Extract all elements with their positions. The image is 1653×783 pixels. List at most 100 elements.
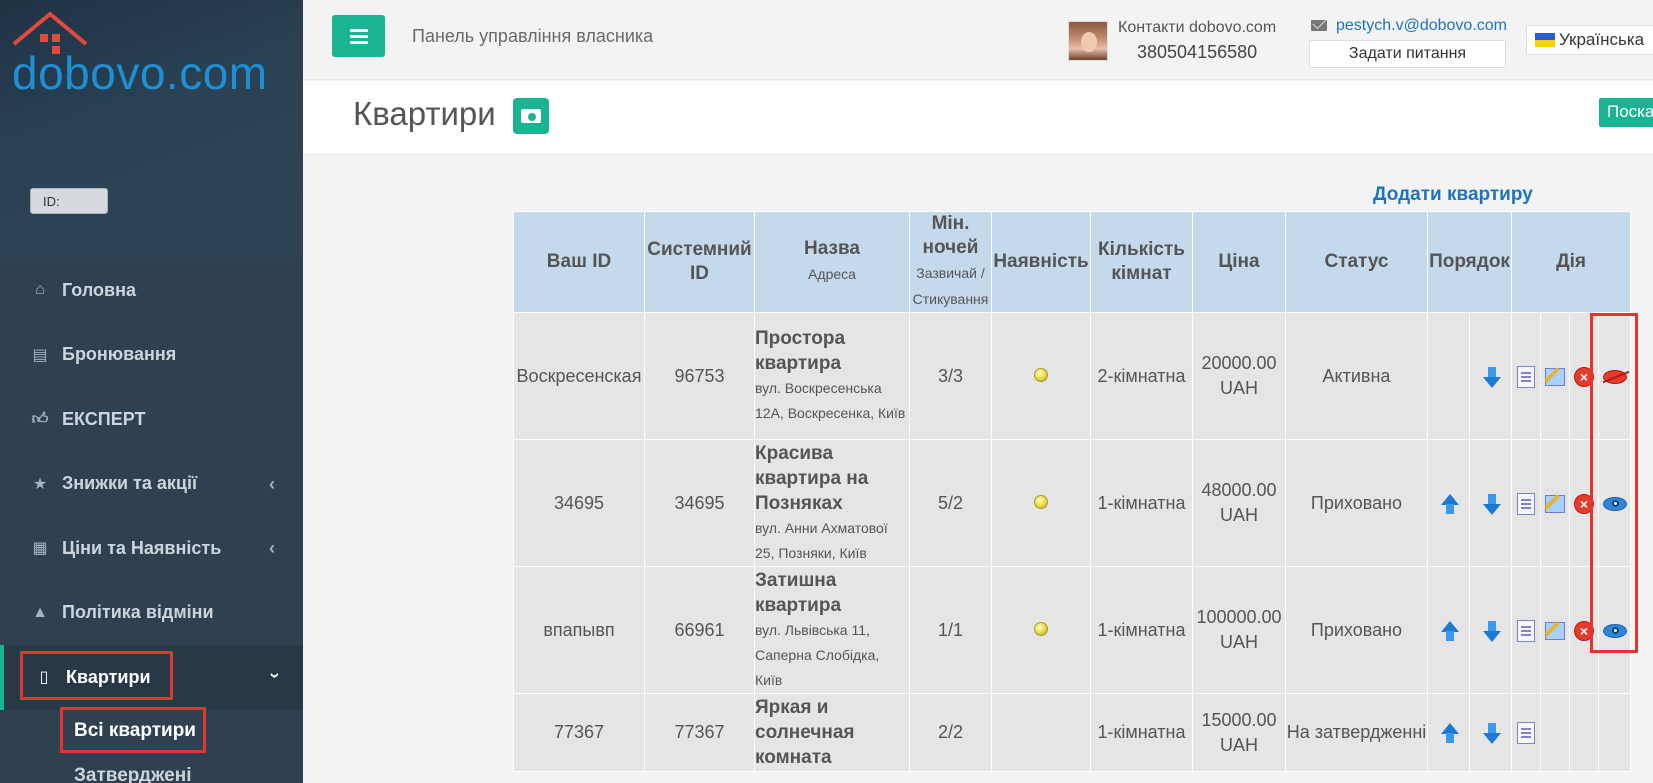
chevron-left-icon: ‹: [269, 538, 275, 558]
price-currency: UAH: [1219, 505, 1258, 525]
sidebar-item-prices[interactable]: ▦ Ціни та Наявність ‹: [0, 516, 303, 581]
avatar: [1068, 21, 1108, 61]
col-name-label: Назва: [804, 238, 860, 259]
sidebar-item-label: Політика відміни: [62, 602, 214, 623]
ask-question-button[interactable]: Задати питання: [1309, 40, 1506, 68]
cell-rooms: 1-кімнатна: [1090, 693, 1193, 772]
cell-availability: [991, 439, 1091, 567]
cell-edit: [1540, 566, 1571, 694]
cell-system-id: 96753: [644, 312, 755, 440]
cell-order-up: [1427, 693, 1470, 772]
move-down-icon[interactable]: [1480, 722, 1502, 745]
highlight-visibility-column: [1590, 313, 1638, 653]
cell-your-id: Воскресенская: [513, 312, 645, 440]
sidebar-header: dobovo.com ID:: [0, 0, 303, 258]
cell-price: 100000.00 UAH: [1192, 566, 1286, 694]
edit-icon[interactable]: [1545, 494, 1566, 513]
availability-dot-icon[interactable]: [1034, 367, 1048, 382]
apartment-name[interactable]: Яркая и солнечная комната: [755, 695, 909, 770]
move-up-icon[interactable]: [1438, 722, 1460, 744]
envelope-icon: [1311, 20, 1327, 31]
language-label: Українська: [1559, 30, 1645, 49]
table-row: впапывп 66961 Затишна квартира вул. Львів…: [513, 566, 1632, 694]
camera-button[interactable]: [513, 98, 549, 134]
sidebar-subitem-approved[interactable]: Затверджені: [74, 765, 192, 783]
col-name[interactable]: Назва Адреса: [754, 211, 910, 313]
user-id-badge: ID:: [30, 188, 108, 214]
warning-icon: ▲: [32, 603, 48, 621]
col-min-nights[interactable]: Мін. ночей Зазвичай / Стикування: [909, 211, 992, 313]
sidebar-subitem-all-apartments[interactable]: Всі квартири: [74, 720, 196, 742]
cell-name: Яркая и солнечная комната: [754, 693, 910, 772]
sidebar-item-bookings[interactable]: ▤ Бронювання: [0, 323, 303, 388]
move-down-icon[interactable]: [1480, 620, 1502, 642]
cell-min-nights: 5/2: [909, 439, 992, 567]
cell-price: 15000.00 UAH: [1192, 693, 1286, 772]
price-value: 48000.00: [1201, 480, 1277, 500]
cell-rooms: 2-кімнатна: [1090, 312, 1193, 440]
cell-system-id: 77367: [644, 693, 755, 772]
table-row: 34695 34695 Красива квартира на Позняках…: [513, 439, 1632, 567]
edit-icon[interactable]: [1545, 367, 1566, 386]
document-icon[interactable]: [1517, 619, 1536, 642]
menu-toggle-button[interactable]: [332, 15, 385, 57]
language-select[interactable]: Українська: [1526, 25, 1653, 55]
apartment-name[interactable]: Красива квартира на Позняках: [755, 441, 909, 516]
cell-order-up: [1427, 439, 1470, 567]
apartment-name[interactable]: Затишна квартира: [755, 568, 909, 618]
sidebar-item-label: Бронювання: [62, 344, 177, 365]
cell-view: [1511, 693, 1542, 772]
sidebar-item-discounts[interactable]: ★ Знижки та акції ‹: [0, 452, 303, 517]
calendar-icon: ▦: [32, 540, 48, 558]
add-apartment-link[interactable]: Додати квартиру: [1373, 184, 1533, 206]
cell-status: На затвердженні: [1285, 693, 1428, 772]
sidebar-item-expert[interactable]: 👍︎ ЕКСПЕРТ: [0, 387, 303, 452]
cell-status: Приховано: [1285, 566, 1428, 694]
col-status[interactable]: Статус: [1285, 211, 1428, 313]
cell-system-id: 34695: [644, 439, 755, 567]
col-availability[interactable]: Наявність: [991, 211, 1091, 313]
col-system-id[interactable]: Системний ID: [644, 211, 755, 313]
apartment-name[interactable]: Простора квартира: [755, 326, 909, 376]
move-up-icon[interactable]: [1438, 620, 1460, 642]
document-icon[interactable]: [1517, 365, 1536, 388]
sidebar-item-cancellation[interactable]: ▲ Політика відміни: [0, 581, 303, 646]
document-icon[interactable]: [1517, 722, 1536, 745]
price-currency: UAH: [1219, 632, 1258, 652]
email-link[interactable]: pestych.v@dobovo.com: [1336, 17, 1507, 35]
col-action: Дія: [1511, 211, 1632, 313]
col-order: Порядок: [1426, 211, 1513, 313]
ukraine-flag-icon: [1535, 33, 1555, 47]
sidebar-nav: ⌂ Головна ▤ Бронювання 👍︎ ЕКСПЕРТ ★ Зниж…: [0, 258, 303, 710]
move-up-icon[interactable]: [1438, 493, 1460, 515]
home-icon: ⌂: [35, 281, 45, 299]
move-down-icon[interactable]: [1480, 366, 1502, 388]
apartment-address: вул. Воскресенська 12А, Воскресенка, Киї…: [755, 380, 906, 421]
sidebar-item-home[interactable]: ⌂ Головна: [0, 258, 303, 323]
col-price[interactable]: Ціна: [1192, 211, 1286, 313]
col-your-id[interactable]: Ваш ID: [513, 211, 645, 313]
cell-order-down: [1468, 693, 1513, 772]
cell-visibility: [1598, 693, 1632, 772]
logo-text[interactable]: dobovo.com: [12, 46, 268, 100]
price-currency: UAH: [1219, 378, 1258, 398]
table-row: Воскресенская 96753 Простора квартира вул…: [513, 312, 1632, 440]
cell-your-id: впапывп: [513, 566, 645, 694]
availability-dot-icon[interactable]: [1034, 621, 1048, 636]
move-down-icon[interactable]: [1480, 493, 1502, 515]
document-icon[interactable]: [1517, 492, 1536, 515]
col-rooms[interactable]: Кількість кімнат: [1090, 211, 1193, 313]
cell-availability: [991, 312, 1091, 440]
price-value: 20000.00: [1201, 353, 1277, 373]
thumbs-up-icon: 👍︎: [31, 410, 49, 428]
cell-your-id: 34695: [513, 439, 645, 567]
cell-delete: [1569, 693, 1600, 772]
availability-dot-icon[interactable]: [1034, 494, 1048, 509]
contacts-phone: 380504156580: [1137, 42, 1258, 62]
cell-availability: [991, 693, 1091, 772]
edit-icon[interactable]: [1545, 621, 1566, 640]
chevron-down-icon: ‹: [263, 672, 284, 679]
cell-name: Затишна квартира вул. Львівська 11, Сапер…: [754, 566, 910, 694]
search-button[interactable]: Поска: [1599, 98, 1653, 127]
cell-edit: [1540, 693, 1571, 772]
